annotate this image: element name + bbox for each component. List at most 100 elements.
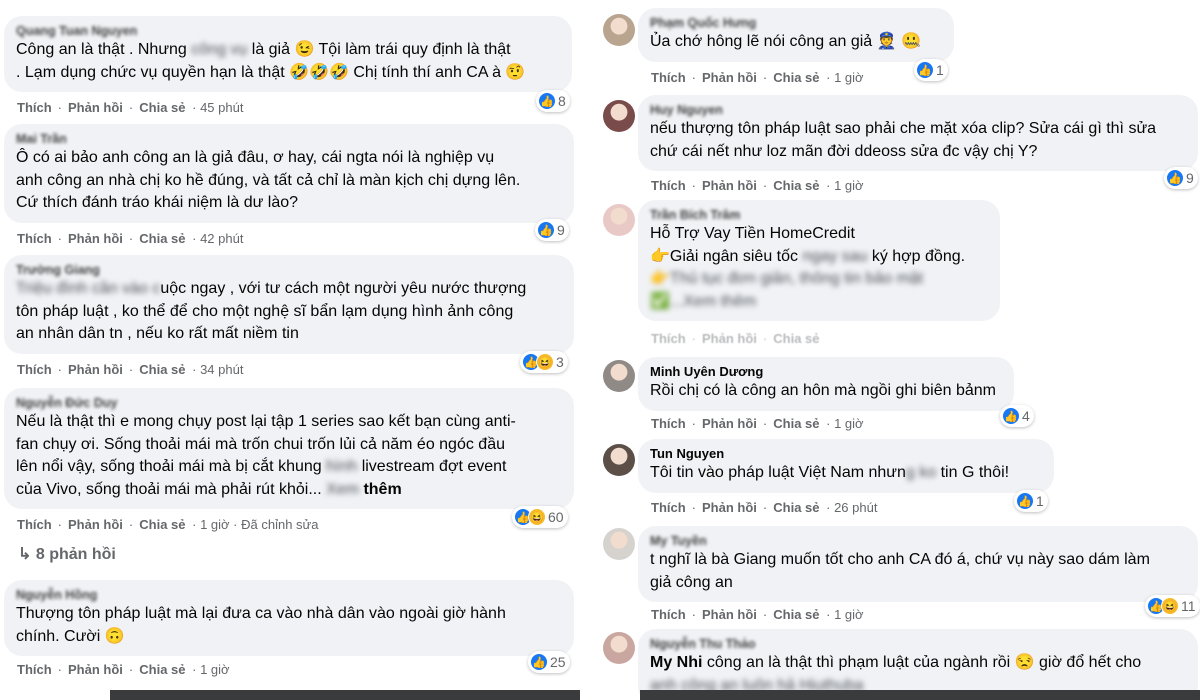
comment-author[interactable]: Nguyễn Đức Duy (16, 395, 562, 411)
comment-timestamp[interactable]: 26 phút (834, 500, 877, 515)
reaction-number: 1 (936, 62, 944, 78)
share-action[interactable]: Chia sẻ (139, 517, 185, 532)
share-action[interactable]: Chia sẻ (773, 331, 819, 346)
comment-timestamp[interactable]: 1 giờ (200, 517, 230, 532)
reaction-count[interactable]: 👍 25 (528, 651, 570, 673)
reply-action[interactable]: Phản hồi (68, 231, 123, 246)
haha-icon: 😆 (528, 508, 546, 526)
sep: · (188, 662, 201, 677)
reply-action[interactable]: Phản hồi (702, 500, 757, 515)
comment-text-line: nếu thượng tôn pháp luật sao phải che mặ… (650, 118, 1186, 141)
comment-author[interactable]: Trường Giang (16, 262, 562, 278)
reply-action[interactable]: Phản hồi (68, 662, 123, 677)
comment-text-line: Nếu là thật thì e mong chụy post lại tập… (16, 411, 562, 434)
text-segment: Ô có ai bảo anh công an là giả đâu, ơ ha… (16, 149, 495, 166)
like-action[interactable]: Thích (17, 100, 52, 115)
like-action[interactable]: Thích (651, 178, 686, 193)
comment-author[interactable]: Quang Tuan Nguyen (16, 23, 560, 39)
share-action[interactable]: Chia sẻ (773, 500, 819, 515)
reply-action[interactable]: Phản hồi (68, 100, 123, 115)
share-action[interactable]: Chia sẻ (773, 416, 819, 431)
avatar[interactable] (603, 444, 635, 476)
avatar[interactable] (603, 632, 635, 664)
comment-timestamp[interactable]: 1 giờ (834, 416, 864, 431)
like-action[interactable]: Thích (651, 416, 686, 431)
comment-bubble: Mai Trần Ô có ai bảo anh công an là giả đ… (4, 124, 574, 223)
share-action[interactable]: Chia sẻ (139, 362, 185, 377)
avatar[interactable] (603, 14, 635, 46)
sep: · (691, 500, 697, 515)
comment-text: Hỗ Trợ Vay Tiền HomeCredit 👉Giải ngân siê… (650, 223, 988, 313)
avatar[interactable] (603, 100, 635, 132)
comment-actions: Thích · Phản hồi · Chia sẻ · 45 phút (14, 100, 243, 115)
comment-author[interactable]: Minh Uyên Dương (650, 364, 1002, 380)
view-replies-link[interactable]: ↳ 8 phản hồi (18, 544, 116, 564)
reply-action[interactable]: Phản hồi (702, 70, 757, 85)
column-divider (593, 0, 599, 700)
like-action[interactable]: Thích (651, 607, 686, 622)
comment-author[interactable]: My Tuyền (650, 533, 1186, 549)
comment-timestamp[interactable]: 1 giờ (834, 70, 864, 85)
like-action[interactable]: Thích (17, 517, 52, 532)
share-action[interactable]: Chia sẻ (773, 178, 819, 193)
reaction-count[interactable]: 👍 😆 11 (1145, 595, 1200, 617)
reaction-count[interactable]: 👍 9 (535, 219, 569, 241)
comment-text-line: Hỗ Trợ Vay Tiền HomeCredit (650, 223, 988, 246)
comment-actions: Thích · Phản hồi · Chia sẻ · 1 giờ (14, 662, 230, 677)
share-action[interactable]: Chia sẻ (139, 231, 185, 246)
blurred-text: g ko (905, 464, 937, 481)
edited-label[interactable]: Đã chỉnh sửa (241, 517, 318, 532)
reaction-number: 11 (1181, 598, 1196, 614)
reaction-count[interactable]: 👍 😆 3 (520, 351, 568, 373)
share-action[interactable]: Chia sẻ (139, 662, 185, 677)
share-action[interactable]: Chia sẻ (773, 70, 819, 85)
comment-actions: Thích · Phản hồi · Chia sẻ · 26 phút (648, 500, 877, 515)
avatar[interactable] (603, 528, 635, 560)
reaction-count[interactable]: 👍 9 (1164, 167, 1198, 189)
bottom-bar-left (110, 690, 580, 700)
comment-author[interactable]: Tun Nguyen (650, 446, 1042, 462)
comment-author[interactable]: Trần Bích Trâm (650, 207, 988, 223)
like-action[interactable]: Thích (651, 331, 686, 346)
comment-timestamp[interactable]: 1 giờ (834, 607, 864, 622)
reply-action[interactable]: Phản hồi (68, 362, 123, 377)
comment-timestamp[interactable]: 1 giờ (834, 178, 864, 193)
comment-author[interactable]: Mai Trần (16, 131, 562, 147)
reaction-count[interactable]: 👍 8 (536, 90, 570, 112)
comment-text: Công an là thật . Nhưng công vụ là giả 😉… (16, 39, 560, 84)
reply-action[interactable]: Phản hồi (702, 178, 757, 193)
sep: · (691, 416, 697, 431)
like-action[interactable]: Thích (17, 662, 52, 677)
sep: · (128, 517, 134, 532)
like-action[interactable]: Thích (17, 231, 52, 246)
reply-action[interactable]: Phản hồi (702, 607, 757, 622)
comment-author[interactable]: Nguyễn Thu Thảo (650, 636, 1186, 652)
like-action[interactable]: Thích (17, 362, 52, 377)
share-action[interactable]: Chia sẻ (773, 607, 819, 622)
sep: · (762, 70, 768, 85)
comment-timestamp[interactable]: 42 phút (200, 231, 243, 246)
sep: · (128, 100, 134, 115)
avatar[interactable] (603, 204, 635, 236)
share-action[interactable]: Chia sẻ (139, 100, 185, 115)
like-action[interactable]: Thích (651, 500, 686, 515)
reaction-count[interactable]: 👍 1 (1014, 490, 1048, 512)
reaction-count[interactable]: 👍 1 (914, 59, 948, 81)
reaction-count[interactable]: 👍 4 (1000, 405, 1034, 427)
comment-author[interactable]: Nguyễn Hồng (16, 587, 562, 603)
reply-action[interactable]: Phản hồi (702, 416, 757, 431)
comment-author[interactable]: Phạm Quốc Hưng (650, 15, 942, 31)
reaction-count[interactable]: 👍 😆 60 (512, 506, 568, 528)
comment-timestamp[interactable]: 1 giờ (200, 662, 230, 677)
comment-timestamp[interactable]: 34 phút (200, 362, 243, 377)
sep: · (762, 416, 768, 431)
see-more-link[interactable]: thêm (359, 481, 401, 498)
comment-timestamp[interactable]: 45 phút (200, 100, 243, 115)
sep: · (762, 607, 768, 622)
like-action[interactable]: Thích (651, 70, 686, 85)
avatar[interactable] (603, 360, 635, 392)
reply-action[interactable]: Phản hồi (702, 331, 757, 346)
comment-author[interactable]: Huy Nguyen (650, 102, 1186, 118)
reply-action[interactable]: Phản hồi (68, 517, 123, 532)
sep: · (57, 362, 63, 377)
